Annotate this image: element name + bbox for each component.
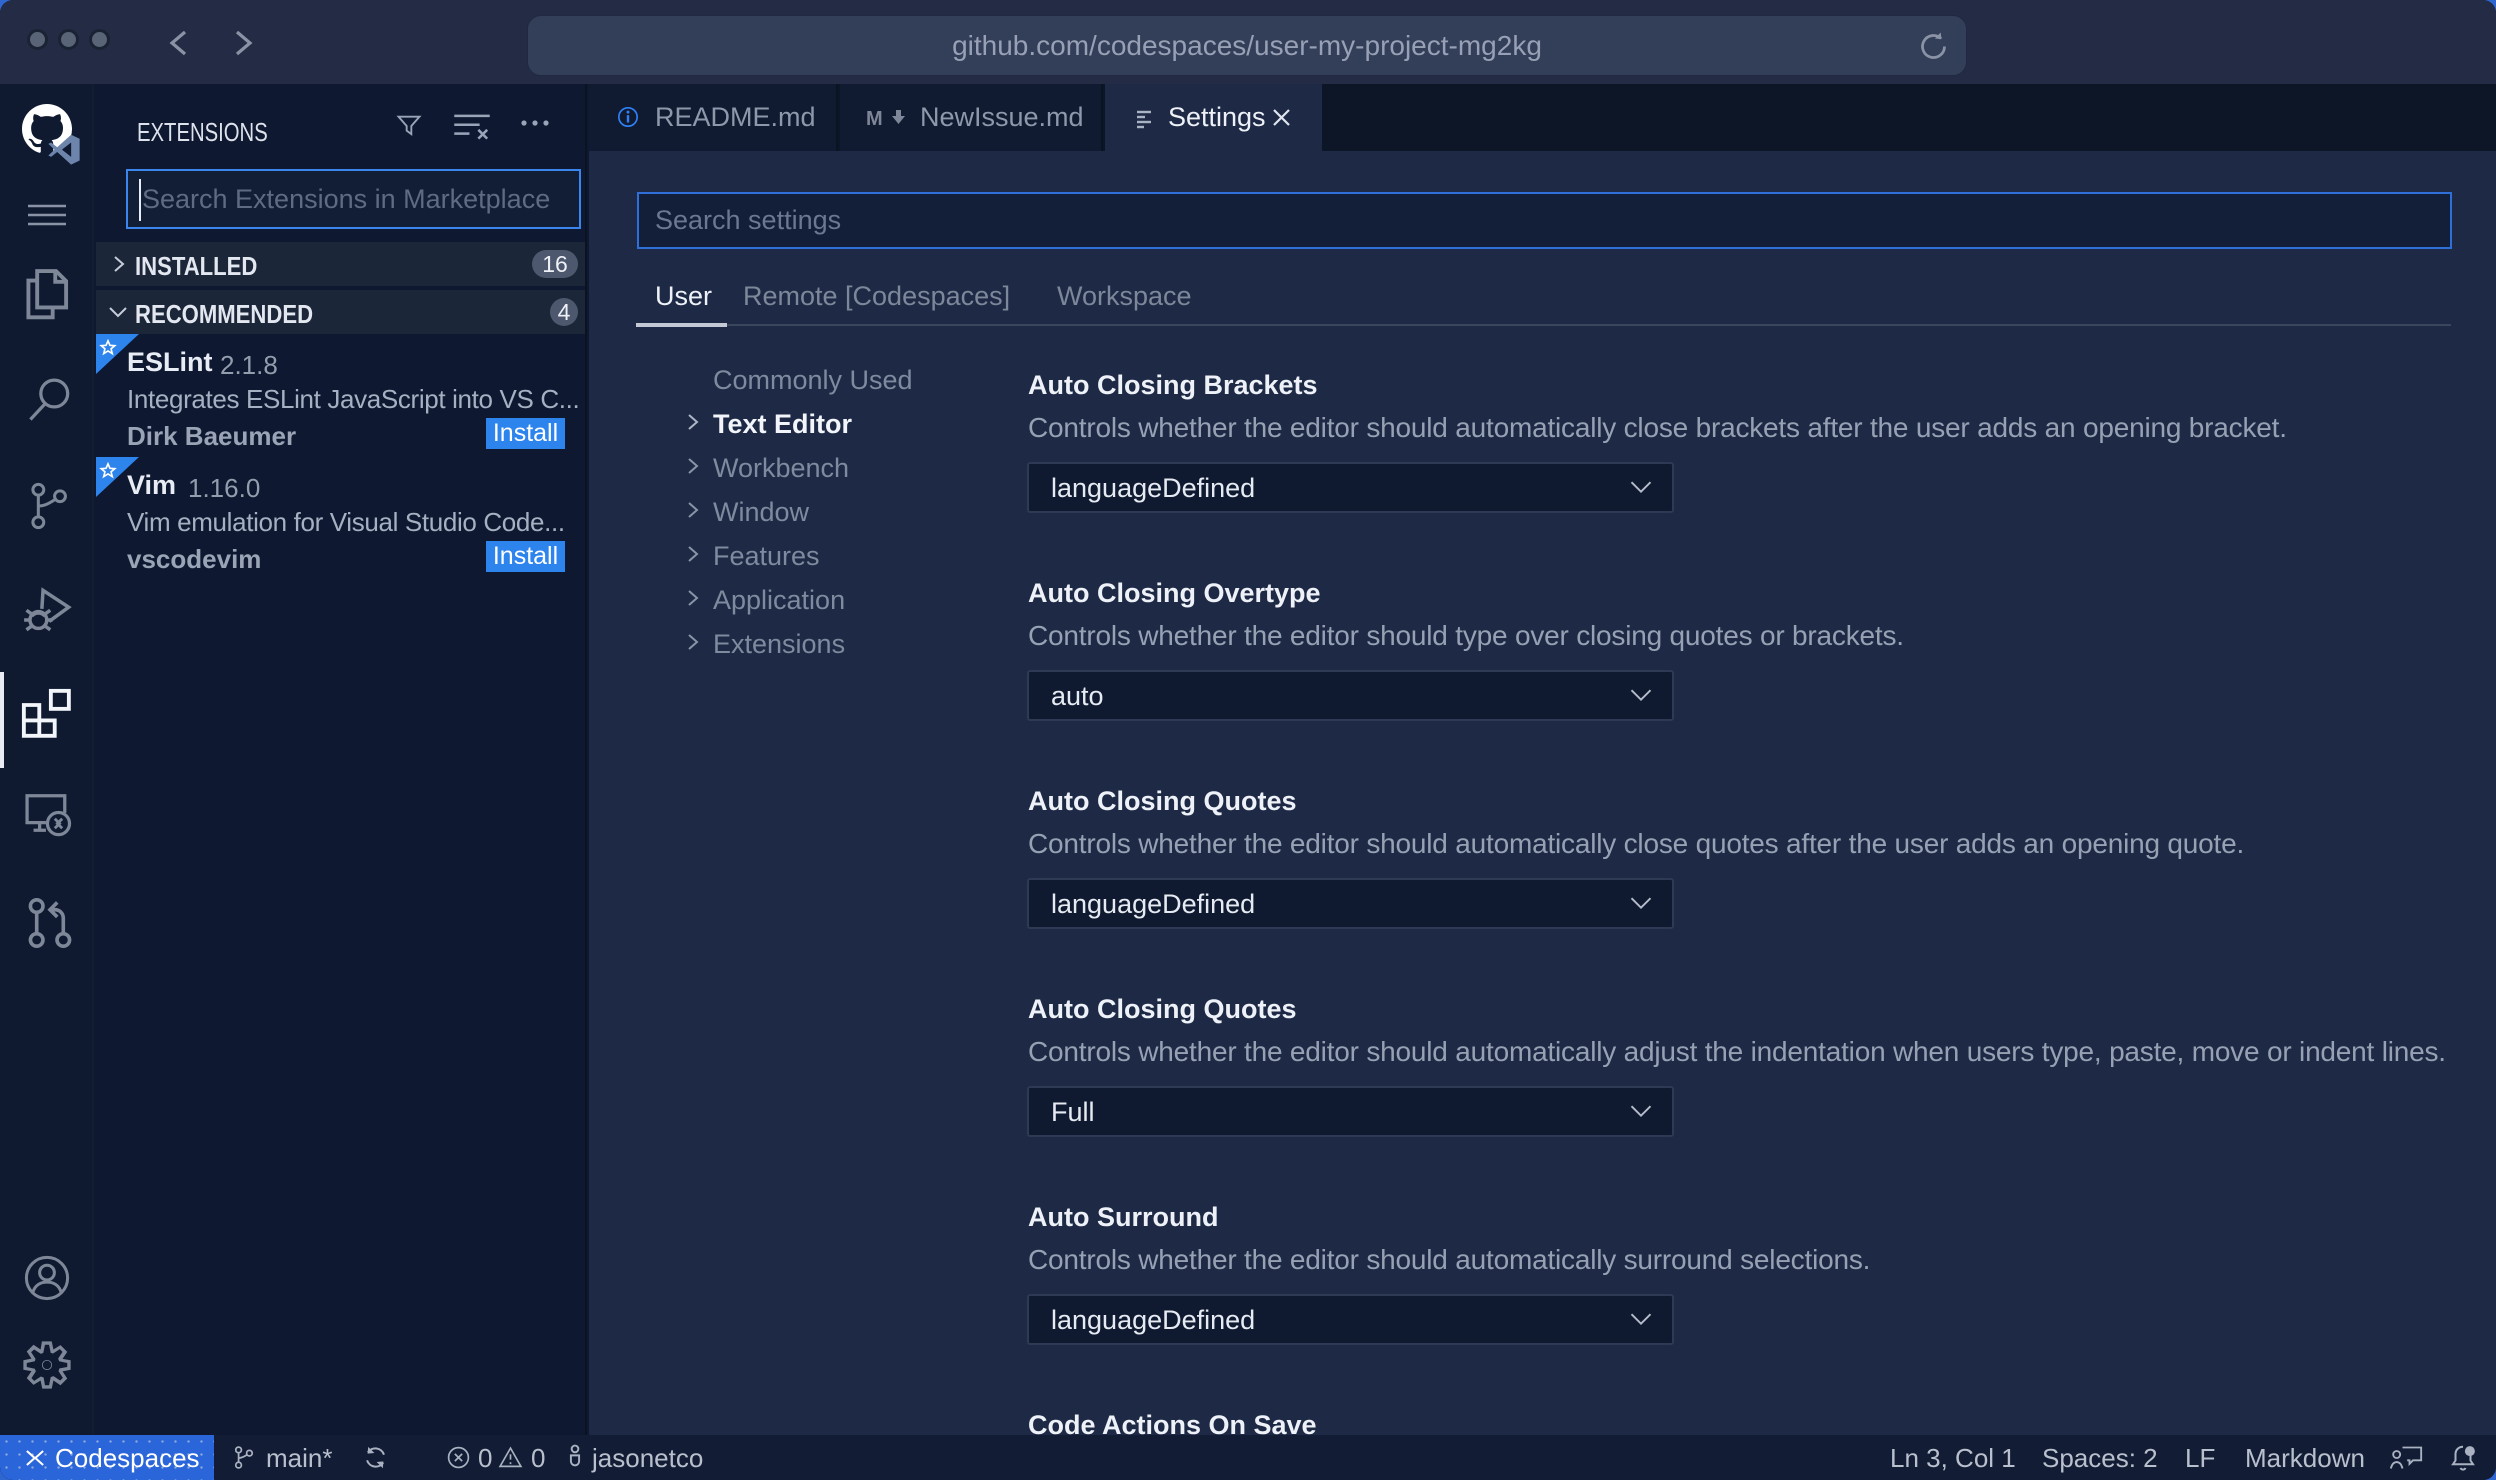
svg-text:M: M bbox=[866, 108, 883, 130]
